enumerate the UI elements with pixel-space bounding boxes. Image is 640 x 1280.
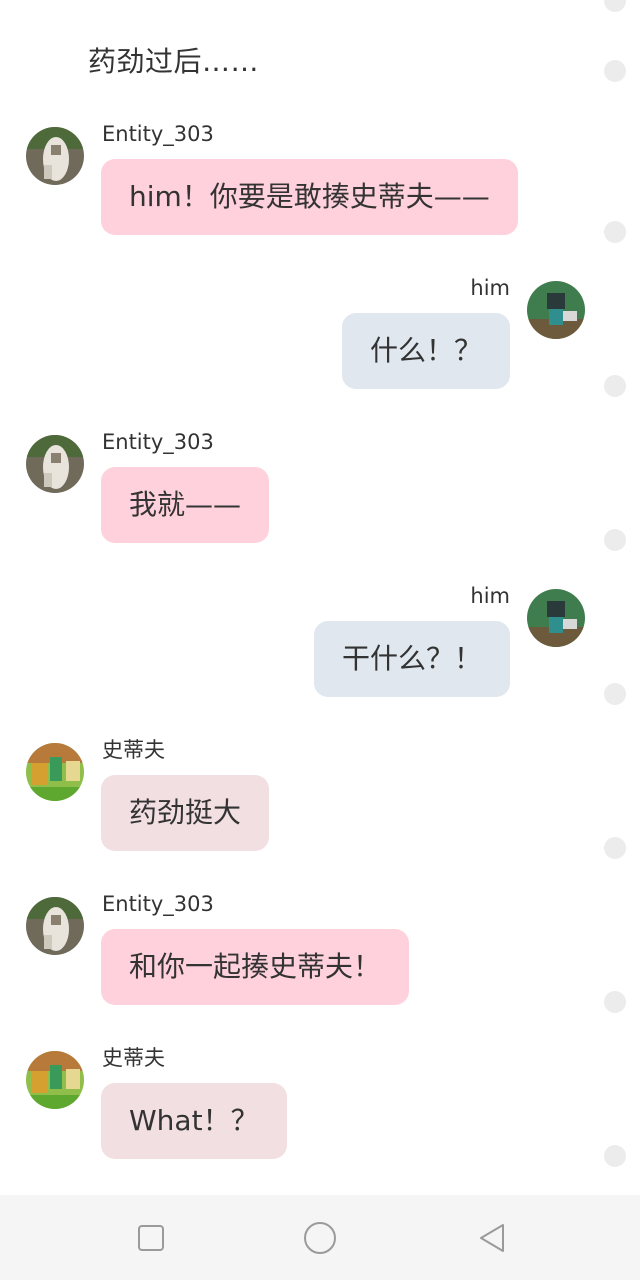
scroll-dot: [604, 837, 626, 859]
avatar-him[interactable]: [527, 281, 585, 339]
message-bubble[interactable]: 我就——: [101, 467, 270, 543]
avatar-entity303[interactable]: [26, 897, 84, 955]
sender-name: Entity_303: [102, 430, 214, 454]
chat-screen: 药劲过后…… Entity_303 him！你要是敢揍史蒂夫—— him 什么！…: [0, 0, 640, 1280]
scroll-dot: [604, 0, 626, 12]
avatar-steve[interactable]: [26, 743, 84, 801]
sender-name: him: [470, 584, 510, 608]
message-bubble[interactable]: What！？: [101, 1083, 287, 1159]
scroll-dot: [604, 683, 626, 705]
back-icon: [480, 1224, 504, 1252]
sender-name: 史蒂夫: [102, 1046, 165, 1070]
home-icon: [304, 1222, 336, 1254]
sender-name: Entity_303: [102, 122, 214, 146]
scroll-dot: [604, 375, 626, 397]
back-button[interactable]: [467, 1213, 517, 1263]
sender-name: Entity_303: [102, 892, 214, 916]
scroll-dot: [604, 221, 626, 243]
system-nav-bar: [0, 1195, 640, 1280]
message-bubble[interactable]: 药劲挺大: [101, 775, 270, 851]
home-button[interactable]: [295, 1213, 345, 1263]
recent-apps-button[interactable]: [126, 1213, 176, 1263]
avatar-him[interactable]: [527, 589, 585, 647]
scroll-dot: [604, 60, 626, 82]
message-bubble[interactable]: 干什么？！: [313, 621, 510, 697]
scroll-dot: [604, 1145, 626, 1167]
sender-name: 史蒂夫: [102, 738, 165, 762]
avatar-entity303[interactable]: [26, 435, 84, 493]
scroll-dot: [604, 529, 626, 551]
avatar-entity303[interactable]: [26, 127, 84, 185]
scroll-dot: [604, 991, 626, 1013]
message-bubble[interactable]: him！你要是敢揍史蒂夫——: [101, 159, 518, 235]
avatar-steve[interactable]: [26, 1051, 84, 1109]
message-bubble[interactable]: 什么！？: [341, 313, 510, 389]
narration-text: 药劲过后……: [88, 45, 260, 78]
message-bubble[interactable]: 和你一起揍史蒂夫！: [101, 929, 410, 1005]
sender-name: him: [470, 276, 510, 300]
recent-apps-icon: [138, 1225, 164, 1251]
